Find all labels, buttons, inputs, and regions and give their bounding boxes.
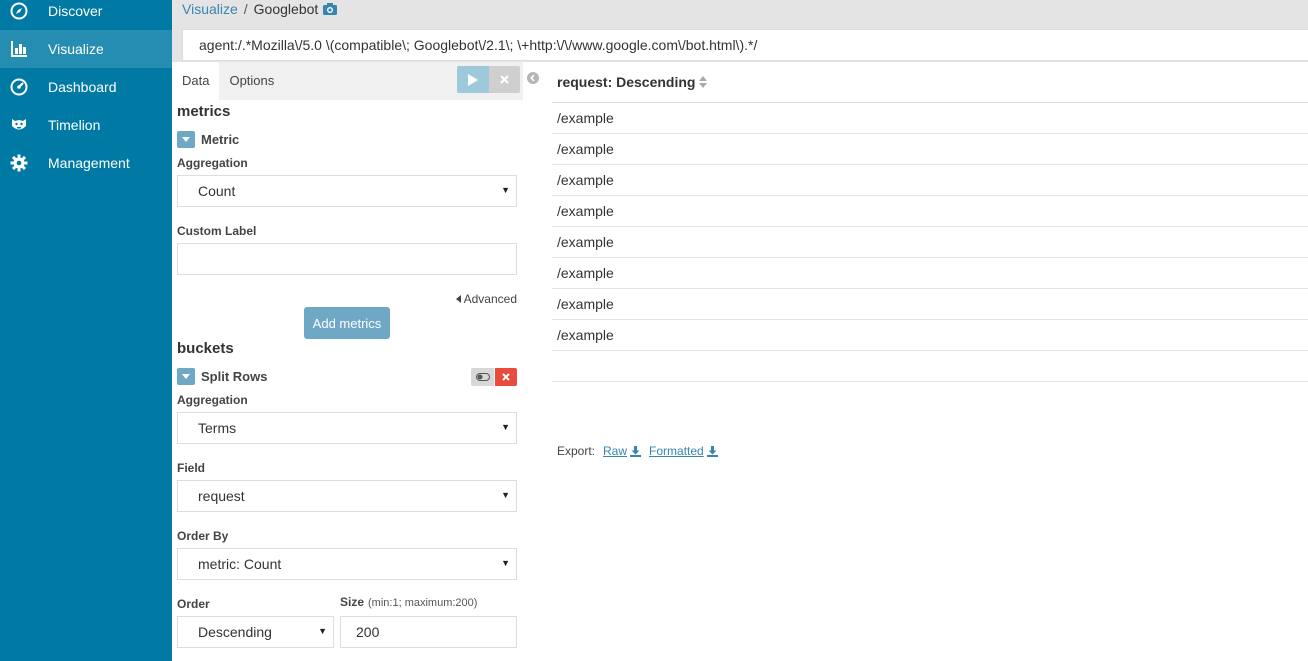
table-row: /example: [552, 165, 1308, 196]
add-metrics-button[interactable]: Add metrics: [304, 307, 390, 339]
metric-aggregation-select[interactable]: Count ▼: [177, 175, 517, 207]
nav-label-discover: Discover: [48, 3, 103, 19]
sort-icon: [699, 76, 708, 88]
table-row: /example: [552, 103, 1308, 134]
field-select[interactable]: request ▼: [177, 480, 517, 512]
export-formatted-label: Formatted: [649, 444, 704, 458]
custom-label-input[interactable]: [177, 243, 517, 275]
nav-item-visualize[interactable]: Visualize: [0, 30, 172, 68]
nav-item-management[interactable]: Management: [0, 144, 172, 182]
toggle-icon: [475, 373, 490, 381]
export-raw-link[interactable]: Raw: [603, 444, 642, 458]
chevron-down-icon[interactable]: [177, 131, 195, 148]
tab-options[interactable]: Options: [219, 62, 284, 100]
buckets-section-title: buckets: [177, 340, 234, 357]
metrics-section-title: metrics: [177, 103, 231, 120]
nav-label-timelion: Timelion: [48, 117, 101, 133]
order-by-select[interactable]: metric: Count ▼: [177, 548, 517, 580]
nav-item-dashboard[interactable]: Dashboard: [0, 68, 172, 106]
breadcrumb-visualize-link[interactable]: Visualize: [182, 1, 238, 17]
select-arrow-icon: ▼: [318, 626, 327, 636]
advanced-toggle-link[interactable]: Advanced: [455, 292, 517, 306]
select-arrow-icon: ▼: [501, 185, 510, 195]
table-row: /example: [552, 227, 1308, 258]
dashboard-icon: [9, 77, 29, 97]
timelion-icon: [9, 115, 29, 135]
bucket-aggregation-value: Terms: [198, 420, 237, 436]
size-label: Size: [340, 595, 365, 609]
column-header-request[interactable]: request: Descending: [552, 62, 1308, 103]
order-value: Descending: [198, 624, 272, 640]
nav-label-visualize: Visualize: [48, 41, 104, 57]
advanced-label: Advanced: [463, 292, 517, 306]
size-input[interactable]: 200: [340, 616, 517, 648]
bucket-agg-title: Split Rows: [201, 369, 268, 384]
select-arrow-icon: ▼: [501, 558, 510, 568]
download-icon: [630, 445, 642, 457]
export-formatted-link[interactable]: Formatted: [649, 444, 718, 458]
size-label-group: Size (min:1; maximum:200): [340, 595, 477, 609]
vis-editor-sidebar: Data Options metrics Metric Aggregation …: [172, 62, 523, 661]
metric-agg-header: Metric: [177, 131, 239, 148]
table-row: /example: [552, 258, 1308, 289]
chevron-down-icon[interactable]: [177, 368, 195, 385]
order-by-label: Order By: [177, 529, 229, 543]
tab-data[interactable]: Data: [172, 62, 220, 100]
apply-changes-button[interactable]: [457, 66, 489, 93]
close-icon: [500, 75, 509, 84]
export-label: Export:: [557, 444, 596, 458]
nav-label-management: Management: [48, 155, 130, 171]
field-label: Field: [177, 461, 206, 475]
compass-icon: [9, 1, 29, 21]
metric-agg-title: Metric: [201, 132, 240, 147]
export-bar: Export: Raw Formatted: [557, 444, 718, 458]
nav-item-discover[interactable]: Discover: [0, 0, 172, 30]
nav-list: Discover Visualize Dashboard Timelion Ma…: [0, 0, 172, 182]
export-raw-label: Raw: [603, 444, 628, 458]
metric-aggregation-value: Count: [198, 183, 236, 199]
bucket-enable-toggle[interactable]: [471, 368, 494, 386]
gear-icon: [9, 153, 29, 173]
field-value: request: [198, 488, 245, 504]
bucket-aggregation-select[interactable]: Terms ▼: [177, 412, 517, 444]
table-row: /example: [552, 320, 1308, 351]
bucket-aggregation-label: Aggregation: [177, 393, 248, 407]
play-icon: [468, 73, 478, 86]
select-arrow-icon: ▼: [501, 490, 510, 500]
top-header: Visualize / Googlebot agent:/.*Mozilla\/…: [172, 0, 1308, 62]
order-select[interactable]: Descending ▼: [177, 616, 334, 648]
custom-label-label: Custom Label: [177, 224, 257, 238]
metric-aggregation-label: Aggregation: [177, 156, 248, 170]
bucket-agg-header: Split Rows: [177, 368, 267, 385]
discard-changes-button[interactable]: [489, 66, 520, 93]
collapse-sidebar-icon[interactable]: [527, 72, 539, 84]
table-row: /example: [552, 134, 1308, 165]
breadcrumb-separator: /: [243, 1, 248, 17]
camera-icon[interactable]: [323, 3, 338, 15]
size-value: 200: [356, 624, 380, 640]
sidebar: Discover Visualize Dashboard Timelion Ma…: [0, 0, 172, 661]
editor-tabs: Data Options: [172, 62, 523, 100]
page-title: Googlebot: [253, 1, 319, 17]
breadcrumb: Visualize / Googlebot: [182, 1, 338, 17]
table-row: /example: [552, 196, 1308, 227]
select-arrow-icon: ▼: [501, 422, 510, 432]
table-row-empty: [552, 351, 1308, 382]
order-by-value: metric: Count: [198, 556, 282, 572]
download-icon: [706, 445, 718, 457]
nav-item-timelion[interactable]: Timelion: [0, 106, 172, 144]
results-table: request: Descending /example /example /e…: [552, 62, 1308, 382]
bar-chart-icon: [9, 39, 29, 59]
nav-label-dashboard: Dashboard: [48, 79, 117, 95]
column-header-label: request: Descending: [557, 74, 696, 90]
table-row: /example: [552, 289, 1308, 320]
query-input[interactable]: agent:/.*Mozilla\/5.0 \(compatible\; Goo…: [182, 29, 1308, 61]
bucket-remove-button[interactable]: [495, 368, 517, 386]
order-label: Order: [177, 597, 210, 611]
close-icon: [502, 373, 510, 381]
editor-body: metrics Metric Aggregation Count ▼ Custo…: [172, 100, 523, 661]
size-hint: (min:1; maximum:200): [368, 597, 478, 609]
caret-left-icon: [455, 295, 461, 303]
